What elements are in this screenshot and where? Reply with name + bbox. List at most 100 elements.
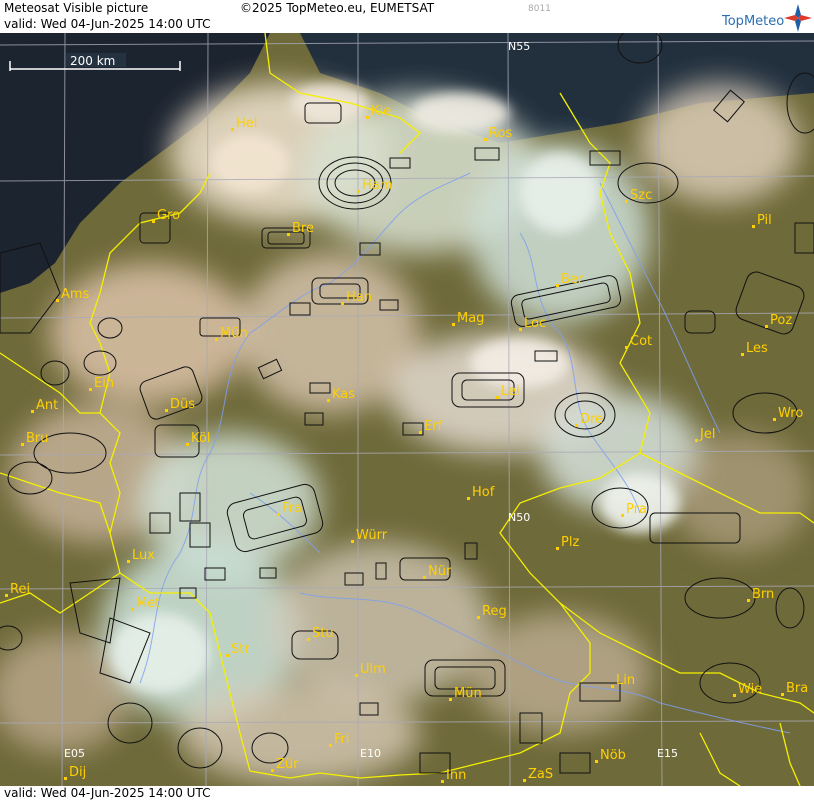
city-dot: [231, 128, 234, 131]
city-label: Les: [746, 341, 768, 356]
city-marker: Poz: [765, 313, 792, 328]
city-label: Bra: [786, 681, 808, 696]
city-dot: [419, 431, 422, 434]
city-label: Stu: [312, 626, 334, 641]
city-label: Ber: [561, 272, 584, 287]
city-marker: Nür: [423, 564, 452, 579]
city-label: Lei: [501, 384, 520, 399]
city-dot: [575, 424, 578, 427]
valid-time: valid: Wed 04-Jun-2025 14:00 UTC: [4, 17, 211, 31]
city-label: Nöb: [600, 748, 626, 763]
city-marker: Cot: [625, 334, 652, 349]
city-dot: [781, 693, 784, 696]
city-marker: Kas: [327, 387, 355, 402]
satellite-map[interactable]: 200 km N55 N50 E05 E10 E15 Hel Kie Ros Ham S…: [0, 33, 814, 786]
city-dot: [131, 608, 134, 611]
city-marker: Gro: [152, 208, 180, 223]
city-label: Würr: [356, 528, 388, 543]
city-dot: [625, 200, 628, 203]
city-dot: [277, 513, 280, 516]
city-label: Pil: [757, 213, 772, 228]
city-dot: [695, 439, 698, 442]
city-dot: [773, 418, 776, 421]
city-dot: [477, 616, 480, 619]
city-marker: Wie: [733, 682, 762, 697]
city-marker: Wro: [773, 406, 803, 421]
city-label: Zür: [276, 757, 299, 772]
city-label: Mün: [220, 326, 248, 341]
city-label: Köl: [191, 431, 210, 446]
city-dot: [31, 410, 34, 413]
city-dot: [127, 560, 130, 563]
city-marker: Würr: [351, 528, 388, 543]
header-bar: Meteosat Visible picture ©2025 TopMeteo.…: [0, 0, 814, 33]
city-marker: Ham: [357, 178, 392, 193]
city-label: Gro: [157, 208, 180, 223]
city-dot: [152, 220, 155, 223]
city-label: Bru: [26, 431, 49, 446]
city-label: Ham: [362, 178, 392, 193]
city-label: Inn: [446, 768, 466, 783]
city-label: Kie: [371, 104, 391, 119]
city-dot: [747, 599, 750, 602]
city-marker: Mün: [449, 686, 482, 701]
city-dot: [329, 744, 332, 747]
logo-text: TopMeteo: [721, 14, 784, 29]
city-label: Plz: [561, 535, 579, 550]
city-label: Nür: [428, 564, 452, 579]
grid-label-n50: N50: [508, 511, 530, 524]
footer-valid-time: valid: Wed 04-Jun-2025 14:00 UTC: [4, 786, 211, 800]
product-code: 8011: [528, 4, 551, 14]
city-label: Rei: [10, 582, 30, 597]
city-dot: [271, 769, 274, 772]
city-dot: [625, 346, 628, 349]
city-marker: Loc: [519, 316, 546, 331]
city-label: Wro: [778, 406, 803, 421]
city-label: Mün: [454, 686, 482, 701]
city-dot: [307, 638, 310, 641]
city-dot: [523, 779, 526, 782]
city-label: Ros: [489, 126, 512, 141]
city-label: Düs: [170, 397, 195, 412]
city-marker: Hof: [467, 485, 495, 500]
city-dot: [741, 353, 744, 356]
city-marker: Brn: [747, 587, 774, 602]
city-marker: Ant: [31, 398, 58, 413]
city-dot: [595, 760, 598, 763]
map-window: Meteosat Visible picture ©2025 TopMeteo.…: [0, 0, 814, 801]
city-marker: Szc: [625, 188, 652, 203]
scale-bar-label: 200 km: [70, 54, 115, 68]
city-dot: [89, 388, 92, 391]
grid-label-e05: E05: [64, 747, 85, 760]
city-marker: Bre: [287, 221, 314, 236]
city-dot: [449, 698, 452, 701]
city-marker: Düs: [165, 397, 195, 412]
city-marker: Bru: [21, 431, 49, 446]
city-dot: [467, 497, 470, 500]
city-dot: [327, 399, 330, 402]
city-label: Han: [346, 290, 372, 305]
city-marker: Reg: [477, 604, 507, 619]
grid-label-e10: E10: [360, 747, 381, 760]
city-dot: [287, 233, 290, 236]
city-dot: [21, 443, 24, 446]
city-label: Reg: [482, 604, 507, 619]
city-marker: Lux: [127, 548, 155, 563]
city-dot: [341, 302, 344, 305]
city-label: Ant: [36, 398, 58, 413]
city-label: Loc: [524, 316, 546, 331]
city-dot: [765, 325, 768, 328]
city-marker: Dre: [575, 412, 603, 427]
city-label: Ein: [94, 376, 114, 391]
city-label: Cot: [630, 334, 652, 349]
city-label: Mag: [457, 311, 484, 326]
compass-star-icon: [784, 4, 812, 32]
city-label: Szc: [630, 188, 652, 203]
city-dot: [226, 654, 229, 657]
city-dot: [556, 547, 559, 550]
city-dot: [452, 323, 455, 326]
city-label: Fra: [282, 501, 302, 516]
copyright-text: ©2025 TopMeteo.eu, EUMETSAT: [240, 1, 435, 15]
city-dot: [556, 284, 559, 287]
city-label: Pra: [626, 502, 647, 517]
